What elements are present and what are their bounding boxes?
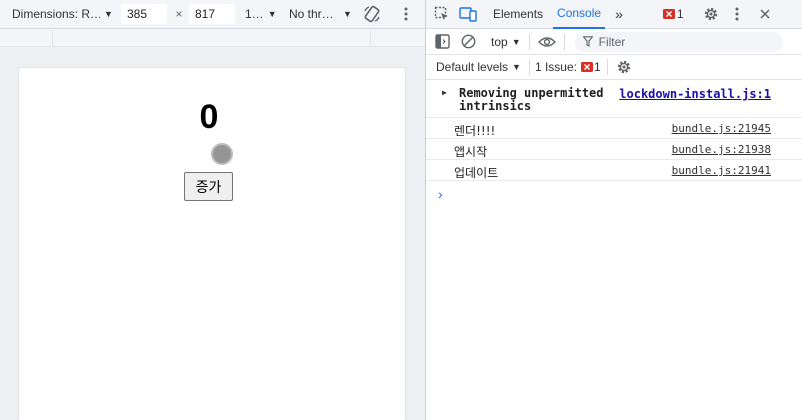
tab-console[interactable]: Console	[553, 0, 606, 29]
context-label: top	[491, 34, 508, 49]
issues-counter[interactable]: 1	[662, 7, 684, 21]
throttling-select[interactable]: No thr… ▼	[289, 4, 353, 24]
counter-value: 0	[199, 98, 219, 136]
issue-count: 1	[594, 60, 601, 74]
message-text: 업데이트	[454, 166, 499, 180]
filter-input[interactable]	[598, 34, 769, 49]
message-source-link[interactable]: bundle.js:21941	[672, 164, 771, 177]
console-levels-bar: Default levels ▼ 1 Issue: 1	[426, 55, 802, 80]
console-messages: ▶ Removing unpermitted intrinsics lockdo…	[426, 81, 802, 181]
dimensions-label: Dimensions: R…	[12, 7, 100, 21]
issues-count: 1	[676, 7, 684, 21]
issues-link[interactable]: 1 Issue: 1	[535, 60, 601, 74]
toolbar-divider	[606, 59, 608, 75]
log-levels-select[interactable]: Default levels ▼	[436, 60, 521, 74]
rotate-icon[interactable]	[363, 5, 381, 23]
device-toolbar: Dimensions: R… ▼ × 1… ▼ No thr… ▼	[0, 0, 425, 29]
message-source-link[interactable]: bundle.js:21945	[672, 122, 771, 135]
message-text: 렌더!!!!	[454, 124, 496, 138]
device-emulation-pane: Dimensions: R… ▼ × 1… ▼ No thr… ▼ 0	[0, 0, 425, 420]
console-toolbar: top ▼	[426, 29, 802, 55]
filter-icon	[582, 36, 593, 47]
console-message[interactable]: ▶ Removing unpermitted intrinsics lockdo…	[426, 81, 802, 118]
tab-elements[interactable]: Elements	[489, 0, 547, 29]
message-source-link[interactable]: bundle.js:21938	[672, 143, 771, 156]
log-levels-label: Default levels	[436, 60, 509, 74]
emulated-viewport: 0 증가	[19, 68, 405, 420]
more-tabs-button[interactable]: »	[611, 0, 627, 29]
ruler-segment	[370, 31, 371, 45]
toolbar-divider	[528, 33, 530, 50]
context-select[interactable]: top ▼	[491, 35, 521, 49]
filter-box[interactable]	[574, 31, 783, 52]
media-query-ruler[interactable]	[0, 29, 425, 47]
console-message[interactable]: 업데이트 bundle.js:21941	[426, 160, 802, 181]
expand-triangle-icon[interactable]: ▶	[442, 88, 447, 97]
more-vertical-icon[interactable]	[728, 5, 746, 23]
sidebar-toggle-icon[interactable]	[433, 33, 451, 51]
eye-icon[interactable]	[537, 33, 556, 51]
message-source-link[interactable]: lockdown-install.js:1	[619, 87, 771, 101]
chevron-down-icon: ▼	[343, 9, 352, 19]
issue-label: 1 Issue:	[534, 60, 577, 74]
error-badge-icon	[662, 9, 675, 19]
message-line: intrinsics	[459, 99, 532, 113]
gear-icon[interactable]	[702, 5, 720, 23]
error-badge-icon	[581, 62, 593, 72]
increment-button[interactable]: 증가	[184, 172, 233, 201]
dimension-separator: ×	[175, 7, 183, 21]
double-chevron-icon: »	[615, 6, 623, 22]
zoom-select[interactable]: 1… ▼	[245, 4, 281, 24]
chevron-down-icon: ▼	[512, 62, 521, 72]
chevron-down-icon: ▼	[104, 9, 113, 19]
clear-console-icon[interactable]	[459, 33, 477, 51]
devtools-tabbar: Elements Console » 1	[426, 0, 802, 29]
ruler-segment	[52, 31, 53, 45]
zoom-label: 1…	[245, 7, 264, 21]
close-icon[interactable]	[756, 5, 774, 23]
chevron-down-icon: ▼	[267, 9, 277, 19]
console-message[interactable]: 렌더!!!! bundle.js:21945	[426, 118, 802, 139]
device-toggle-icon[interactable]	[459, 5, 477, 23]
dimensions-select[interactable]: Dimensions: R… ▼	[12, 4, 116, 24]
pointer-cursor-indicator	[211, 143, 233, 165]
tab-label: Elements	[493, 7, 544, 21]
height-input[interactable]	[189, 4, 235, 24]
gear-icon[interactable]	[615, 58, 633, 76]
toolbar-divider	[563, 33, 565, 50]
message-text: Removing unpermitted intrinsics	[459, 87, 604, 113]
tab-label: Console	[557, 6, 602, 20]
console-message[interactable]: 앱시작 bundle.js:21938	[426, 139, 802, 160]
devtools-pane: Elements Console » 1 top ▼ Filter Defaul…	[425, 0, 802, 420]
message-text: 앱시작	[454, 145, 488, 159]
inspect-element-icon[interactable]	[433, 5, 451, 23]
console-prompt[interactable]: ›	[438, 186, 443, 202]
chevron-down-icon: ▼	[511, 36, 521, 47]
toolbar-divider	[528, 59, 530, 75]
more-vertical-icon[interactable]	[399, 5, 413, 23]
throttling-label: No thr…	[289, 7, 334, 21]
width-input[interactable]	[121, 4, 167, 24]
